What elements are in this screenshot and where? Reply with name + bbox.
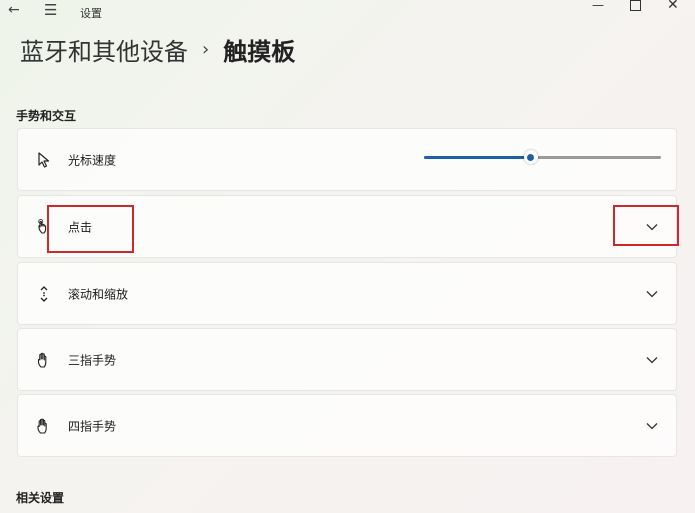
maximize-icon[interactable] (630, 0, 641, 11)
row-label-cursor-speed: 光标速度 (68, 153, 117, 167)
three-finger-hand-icon (37, 352, 47, 368)
scroll-icon (40, 285, 48, 302)
breadcrumb: 蓝牙和其他设备 › 触摸板 (20, 32, 295, 67)
window-title: 设置 (80, 7, 102, 20)
slider-thumb[interactable] (523, 150, 538, 164)
highlight-box-tap-label (47, 205, 134, 253)
highlight-box-tap-chevron (613, 205, 679, 246)
row-label-four-finger: 四指手势 (68, 419, 117, 433)
back-arrow-icon[interactable]: ← (8, 2, 20, 18)
close-icon[interactable]: ✕ (667, 0, 679, 13)
row-label-scroll-zoom: 滚动和缩放 (68, 287, 129, 301)
hamburger-menu-icon[interactable]: ☰ (44, 1, 57, 19)
cursor-icon (38, 151, 50, 168)
scroll-zoom-row[interactable]: 滚动和缩放 (17, 262, 677, 325)
cursor-speed-slider[interactable] (424, 150, 661, 164)
chevron-down-icon[interactable] (646, 422, 658, 430)
row-label-three-finger: 三指手势 (68, 353, 117, 367)
section-label-related-settings: 相关设置 (16, 491, 65, 505)
four-finger-hand-icon (37, 418, 47, 434)
slider-fill (424, 156, 531, 159)
section-label-gestures: 手势和交互 (16, 109, 77, 123)
breadcrumb-chevron-icon: › (202, 39, 210, 60)
four-finger-gestures-row[interactable]: 四指手势 (17, 394, 677, 457)
chevron-down-icon[interactable] (646, 356, 658, 364)
minimize-icon[interactable]: — (592, 0, 604, 12)
title-bar: ← ☰ 设置 — ✕ (0, 0, 695, 28)
three-finger-gestures-row[interactable]: 三指手势 (17, 328, 677, 391)
page-title: 触摸板 (223, 38, 296, 66)
chevron-down-icon[interactable] (646, 290, 658, 298)
breadcrumb-parent-link[interactable]: 蓝牙和其他设备 (20, 32, 188, 67)
cursor-speed-row: 光标速度 (17, 128, 677, 191)
